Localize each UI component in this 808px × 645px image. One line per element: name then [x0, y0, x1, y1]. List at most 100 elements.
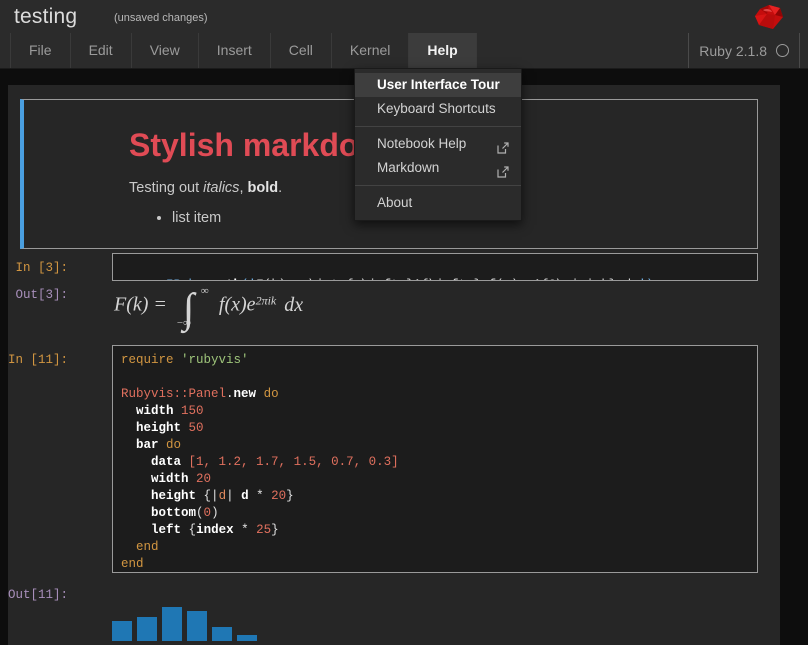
- markdown-paragraph: Testing out italics, bold.: [129, 180, 282, 196]
- notebook-header: testing (unsaved changes): [0, 0, 808, 33]
- menu-edit[interactable]: Edit: [69, 33, 131, 68]
- code-token-dot: .: [204, 278, 212, 280]
- code-num-20a: 20: [196, 472, 212, 486]
- code-id-index: index: [196, 523, 234, 537]
- code-var-d: d: [218, 489, 227, 503]
- list-item: list item: [172, 210, 221, 226]
- code-var-d2: d: [241, 489, 249, 503]
- latex-exponent: 2πik: [255, 293, 277, 308]
- menu-item-notebook-help[interactable]: Notebook Help: [355, 132, 521, 156]
- chart-bar: [112, 621, 132, 641]
- code-str-rubyvis: 'rubyvis': [181, 353, 249, 367]
- save-status-label: (unsaved changes): [114, 12, 208, 24]
- menu-item-list: File Edit View Insert Cell Kernel Help: [10, 33, 477, 68]
- notebook-title[interactable]: testing: [14, 5, 77, 29]
- menu-insert[interactable]: Insert: [197, 33, 270, 68]
- code-kw-require: require: [121, 353, 174, 367]
- code-op-mul-1: *: [256, 489, 264, 503]
- code-num-0: 0: [203, 506, 212, 520]
- code-brace-2: |: [226, 489, 242, 503]
- menu-bar: File Edit View Insert Cell Kernel Help R…: [0, 33, 808, 69]
- markdown-paragraph-mid: ,: [239, 180, 248, 196]
- code-paren-2: ): [211, 506, 219, 520]
- code-input-cell-3[interactable]: IRuby.math('F(k) = \int_{-\infty}^{\inft…: [112, 253, 758, 281]
- latex-output-3: F(k) = ∫ ∞ −∞ f(x)e2πik dx: [114, 285, 304, 330]
- code-kw-do-2: do: [166, 438, 182, 452]
- ruby-gem-logo-icon: [753, 3, 785, 31]
- code-op-mul-2: *: [241, 523, 249, 537]
- menu-cell[interactable]: Cell: [269, 33, 331, 68]
- code-cls-panel: Rubyvis::Panel: [121, 387, 227, 401]
- latex-integral: ∫ ∞ −∞: [171, 285, 219, 330]
- bar-chart-output: [112, 595, 282, 641]
- menu-separator-1: [355, 126, 521, 127]
- help-dropdown-menu: User Interface Tour Keyboard Shortcuts N…: [354, 68, 522, 221]
- code-num-50: 50: [188, 421, 204, 435]
- external-link-icon: [497, 162, 509, 178]
- code-num-150: 150: [181, 404, 204, 418]
- menu-item-about[interactable]: About: [355, 191, 521, 215]
- code-meth-new: new: [233, 387, 257, 401]
- code-paren-1: (: [196, 506, 204, 520]
- code-id-bottom: bottom: [151, 506, 197, 520]
- latex-differential: dx: [284, 293, 304, 316]
- markdown-bold-text: bold: [247, 180, 279, 196]
- code-kw-end-1: end: [136, 540, 159, 554]
- code-id-width-1: width: [136, 404, 174, 418]
- menu-item-user-interface-tour[interactable]: User Interface Tour: [355, 73, 521, 97]
- code-id-height-2: height: [151, 489, 197, 503]
- code-id-width-2: width: [151, 472, 189, 486]
- code-kw-do-1: do: [263, 387, 279, 401]
- menu-item-markdown[interactable]: Markdown: [355, 156, 521, 180]
- code-num-20b: 20: [271, 489, 287, 503]
- notebook-app: testing (unsaved changes) File Edit View…: [0, 0, 808, 645]
- code-brace-5: }: [271, 523, 279, 537]
- code-dot-1: .: [226, 387, 234, 401]
- menu-item-keyboard-shortcuts[interactable]: Keyboard Shortcuts: [355, 97, 521, 121]
- kernel-name-label: Ruby 2.1.8: [699, 42, 767, 59]
- code-token-string: F(k) = \int_{-\infty}^{\infty} f(x) e^{2…: [256, 278, 639, 280]
- markdown-paragraph-post: .: [278, 180, 283, 196]
- code-id-data: data: [151, 455, 182, 469]
- code-id-height-1: height: [136, 421, 182, 435]
- menu-item-notebook-help-label: Notebook Help: [377, 136, 467, 151]
- code-input-cell-11[interactable]: require 'rubyvis' Rubyvis::Panel.new do …: [112, 345, 758, 573]
- menu-separator-2: [355, 185, 521, 186]
- code-num-25: 25: [256, 523, 272, 537]
- chart-bar: [237, 635, 257, 641]
- markdown-paragraph-pre: Testing out: [129, 180, 204, 196]
- menu-file[interactable]: File: [10, 33, 70, 68]
- code-brace-1: {|: [203, 489, 219, 503]
- chart-bar: [187, 611, 207, 641]
- kernel-status-area: Ruby 2.1.8: [688, 33, 800, 68]
- code-token-open-paren: (: [241, 278, 249, 280]
- code-token-const: IRuby: [166, 278, 204, 280]
- code-token-close-paren: ): [646, 278, 654, 280]
- code-id-bar: bar: [136, 438, 159, 452]
- menu-kernel[interactable]: Kernel: [330, 33, 408, 68]
- chart-bar: [162, 607, 182, 641]
- chart-bar: [212, 627, 232, 641]
- code-kw-end-2: end: [121, 557, 144, 571]
- output-prompt-11: Out[11]:: [8, 588, 69, 602]
- menu-help[interactable]: Help: [408, 33, 477, 68]
- menu-item-markdown-label: Markdown: [377, 160, 440, 175]
- code-data-array: [1, 1.2, 1.7, 1.5, 0.7, 0.3]: [188, 455, 399, 469]
- code-brace-4: {: [188, 523, 197, 537]
- integral-upper-limit: ∞: [200, 285, 209, 297]
- code-id-left: left: [151, 523, 182, 537]
- markdown-list: list item: [154, 210, 221, 226]
- code-token-quote-open: ': [249, 278, 257, 280]
- integral-lower-limit: −∞: [176, 317, 191, 329]
- code-token-method: math: [211, 278, 241, 280]
- external-link-icon: [497, 138, 509, 154]
- markdown-italic-text: italics: [203, 180, 240, 196]
- code-brace-3: }: [286, 489, 294, 503]
- output-prompt-3: Out[3]:: [15, 288, 68, 302]
- menu-view[interactable]: View: [130, 33, 198, 68]
- kernel-busy-indicator-icon[interactable]: [776, 44, 789, 57]
- latex-lhs: F(k) =: [114, 293, 167, 316]
- input-prompt-3: In [3]:: [15, 261, 68, 275]
- input-prompt-11: In [11]:: [8, 353, 69, 367]
- latex-integrand: f(x)e: [218, 293, 256, 316]
